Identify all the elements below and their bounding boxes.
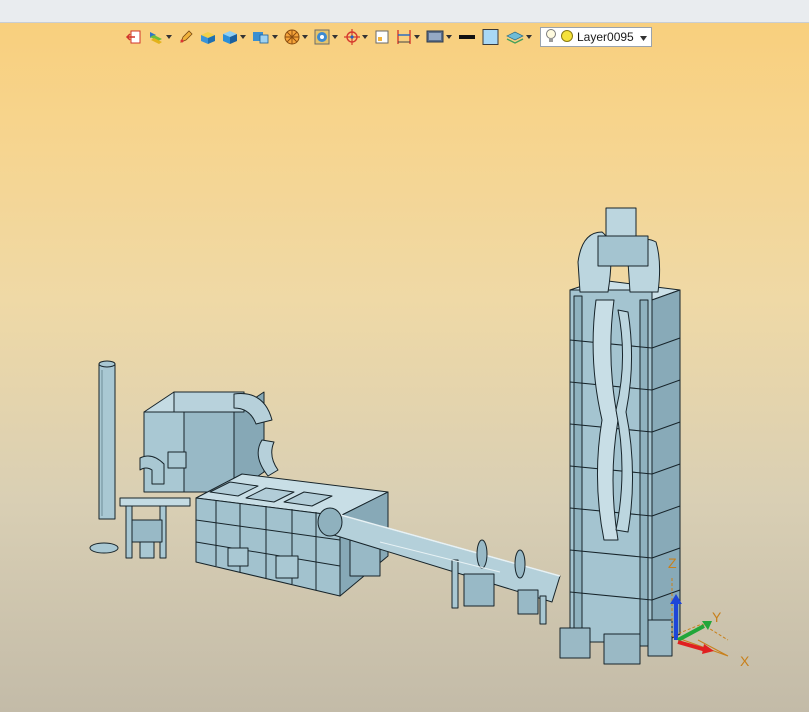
line-color-swatch-icon [457,28,477,46]
cube-button[interactable] [220,26,248,48]
exit-arrow-icon [125,28,143,46]
chevron-down-icon[interactable] [640,30,647,44]
fill-color-button[interactable] [480,26,502,48]
shaded-cube-button[interactable] [250,26,280,48]
preheater-tower [559,207,681,665]
z-axis-label: Z [668,555,677,571]
shaded-cube-icon [251,28,271,46]
chevron-down-icon[interactable] [413,26,421,48]
chevron-down-icon[interactable] [361,26,369,48]
cube-blue-icon [221,28,239,46]
frame-button[interactable] [372,26,392,48]
dimension-icon [395,28,413,46]
monitor-icon [425,28,445,46]
title-bar [0,0,809,23]
x-axis-label: X [740,653,750,669]
pencil-icon [177,28,195,46]
wheel-button[interactable] [282,26,310,48]
chimney-stack [98,360,116,520]
snap-target-icon [343,28,361,46]
wheel-icon [283,28,301,46]
chevron-down-icon[interactable] [525,26,533,48]
plant-model[interactable] [89,207,681,665]
target-box-button[interactable] [312,26,340,48]
layer-select[interactable]: Layer0095 [540,27,652,47]
chevron-down-icon[interactable] [271,26,279,48]
bulb-icon[interactable] [545,28,557,47]
layers-paint-icon [147,28,165,46]
chevron-down-icon[interactable] [165,26,173,48]
layer-name: Layer0095 [577,30,634,44]
dimension-button[interactable] [394,26,422,48]
3d-viewport[interactable]: Z Y X [0,50,809,712]
chevron-down-icon[interactable] [301,26,309,48]
line-color-button[interactable] [456,26,478,48]
yellow-circle-icon [560,29,574,46]
sketch-button[interactable] [176,26,196,48]
exit-button[interactable] [124,26,144,48]
solid-box-button[interactable] [198,26,218,48]
frame-icon [373,28,391,46]
solid-box-yellow-icon [199,28,217,46]
fill-color-swatch-icon [481,28,501,46]
layer-manager-button[interactable] [504,26,534,48]
snap-button[interactable] [342,26,370,48]
y-axis-label: Y [712,609,722,625]
chevron-down-icon[interactable] [331,26,339,48]
chevron-down-icon[interactable] [239,26,247,48]
main-toolbar: Layer0095 [124,25,652,49]
layers-paint-button[interactable] [146,26,174,48]
target-box-icon [313,28,331,46]
layer-stack-icon [505,28,525,46]
chevron-down-icon[interactable] [445,26,453,48]
display-button[interactable] [424,26,454,48]
y-axis-arrow [677,624,705,642]
